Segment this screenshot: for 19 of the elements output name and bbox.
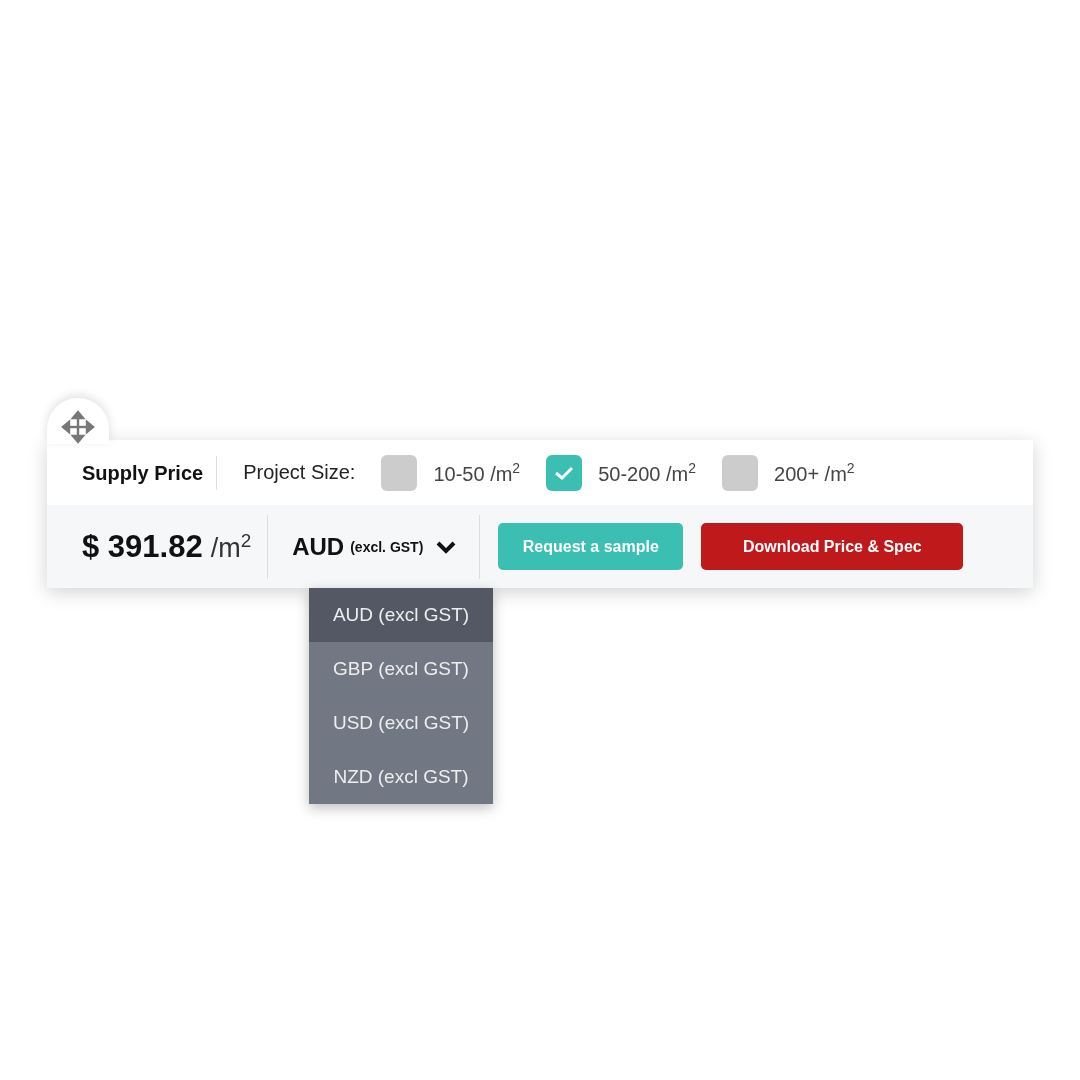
drag-handle[interactable] xyxy=(47,398,109,444)
checkbox[interactable] xyxy=(381,454,418,491)
dropdown-item[interactable]: USD (excl GST) xyxy=(309,696,493,750)
supply-price-title: Supply Price xyxy=(82,455,218,490)
checkbox-label[interactable]: 50-200 /m$^{2}$ xyxy=(598,459,696,486)
dropdown-item[interactable]: GBP (excl GST) xyxy=(309,642,493,696)
currency-select[interactable]: AUD (excl. GST) xyxy=(268,514,481,579)
checkbox-label[interactable]: 10-50 /m$^{2}$ xyxy=(433,459,521,486)
check-icon xyxy=(554,464,575,481)
download-button[interactable]: Download Price & Spec xyxy=(701,523,964,570)
project-size-label: Project Size: xyxy=(243,461,356,484)
move-icon xyxy=(61,410,95,444)
checkbox[interactable] xyxy=(546,454,583,491)
checkbox[interactable] xyxy=(722,454,758,491)
price-amount: $ 391.82 xyxy=(82,528,203,565)
checkbox-label[interactable]: 200+ /m$^{2}$ xyxy=(774,459,855,486)
price-unit: /m$^{2}$ xyxy=(210,529,252,564)
dropdown-item[interactable]: NZD (excl GST) xyxy=(309,750,493,804)
dropdown-item[interactable]: AUD (excl GST) xyxy=(309,588,493,642)
